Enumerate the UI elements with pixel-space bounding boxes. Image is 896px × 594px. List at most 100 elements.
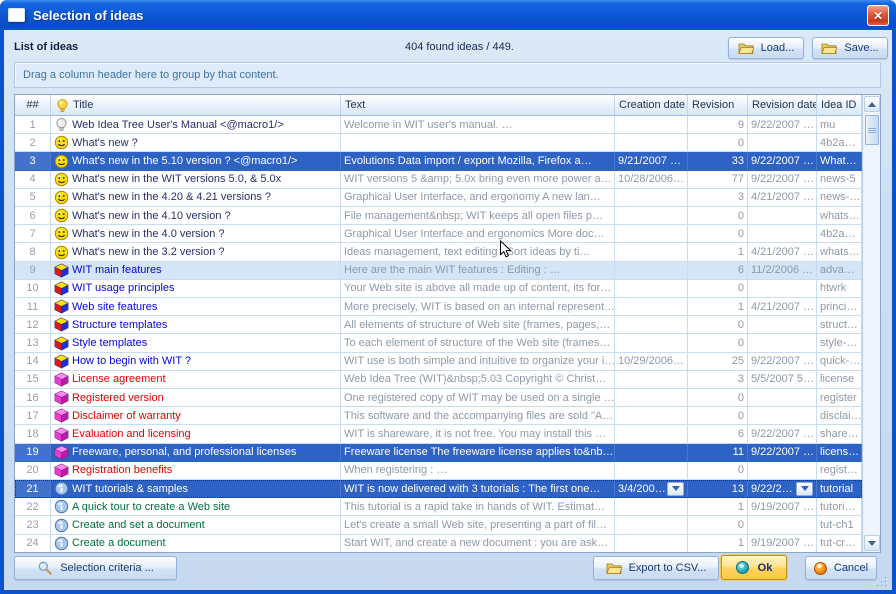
table-row[interactable]: 16Registered versionOne registered copy … [15, 389, 862, 407]
table-row[interactable]: 1Web Idea Tree User's Manual <@macro1/>W… [15, 116, 862, 134]
row-text-cell[interactable]: This software and the accompanying files… [341, 407, 615, 425]
table-row[interactable]: 14How to begin with WIT ?WIT use is both… [15, 353, 862, 371]
row-creation-date-cell[interactable]: 9/21/2007 … [615, 152, 688, 170]
row-idea-id-cell[interactable]: news-… [817, 189, 862, 207]
row-revision-date-cell[interactable] [748, 280, 817, 298]
row-title-cell[interactable]: What's new in the 4.20 & 4.21 versions ? [51, 189, 341, 207]
column-header-idea-id[interactable]: Idea ID [817, 95, 862, 116]
row-idea-id-cell[interactable]: style-… [817, 334, 862, 352]
row-number-cell[interactable]: 3 [15, 152, 51, 170]
row-idea-id-cell[interactable]: struct… [817, 316, 862, 334]
row-number-cell[interactable]: 13 [15, 334, 51, 352]
row-revision-cell[interactable]: 25 [688, 353, 748, 371]
row-number-cell[interactable]: 11 [15, 298, 51, 316]
row-text-cell[interactable]: WIT is now delivered with 3 tutorials : … [341, 480, 615, 498]
row-number-cell[interactable]: 21 [15, 480, 51, 498]
cancel-button[interactable]: Cancel [805, 556, 877, 580]
row-title-cell[interactable]: WIT main features [51, 262, 341, 280]
table-row[interactable]: 3What's new in the 5.10 version ? <@macr… [15, 152, 862, 170]
row-revision-date-cell[interactable]: 9/22/2007 … [748, 444, 817, 462]
row-revision-cell[interactable]: 0 [688, 334, 748, 352]
ok-button[interactable]: Ok [721, 555, 787, 580]
row-creation-date-cell[interactable] [615, 462, 688, 480]
row-text-cell[interactable]: Start WIT, and create a new document : y… [341, 535, 615, 552]
row-revision-cell[interactable]: 33 [688, 152, 748, 170]
row-idea-id-cell[interactable]: register [817, 389, 862, 407]
row-number-cell[interactable]: 8 [15, 243, 51, 261]
row-title-cell[interactable]: Registered version [51, 389, 341, 407]
row-number-cell[interactable]: 2 [15, 134, 51, 152]
row-text-cell[interactable]: Ideas management, text editing : Sort id… [341, 243, 615, 261]
row-title-cell[interactable]: Structure templates [51, 316, 341, 334]
row-revision-date-cell[interactable] [748, 134, 817, 152]
column-header-revision[interactable]: Revision [688, 95, 748, 116]
table-row[interactable]: 6What's new in the 4.10 version ?File ma… [15, 207, 862, 225]
row-creation-date-cell[interactable] [615, 389, 688, 407]
row-text-cell[interactable]: Your Web site is above all made up of co… [341, 280, 615, 298]
row-revision-date-cell[interactable] [748, 462, 817, 480]
table-row[interactable]: 24Create a documentStart WIT, and create… [15, 535, 862, 552]
save-button[interactable]: Save... [812, 37, 888, 59]
scroll-down-button[interactable] [864, 535, 880, 551]
row-number-cell[interactable]: 18 [15, 425, 51, 443]
row-revision-date-cell[interactable]: 4/21/2007 … [748, 298, 817, 316]
row-revision-date-cell[interactable]: 9/22/2007 … [748, 425, 817, 443]
row-creation-date-cell[interactable] [615, 134, 688, 152]
group-by-bar[interactable]: Drag a column header here to group by th… [14, 62, 881, 88]
row-creation-date-cell[interactable] [615, 371, 688, 389]
row-text-cell[interactable]: This tutorial is a rapid take in hands o… [341, 498, 615, 516]
row-revision-cell[interactable]: 0 [688, 462, 748, 480]
table-row[interactable]: 20Registration benefitsWhen registering … [15, 462, 862, 480]
row-creation-date-cell[interactable] [615, 316, 688, 334]
row-text-cell[interactable] [341, 134, 615, 152]
row-number-cell[interactable]: 24 [15, 535, 51, 552]
column-header-revision-date[interactable]: Revision date [748, 95, 817, 116]
table-row[interactable]: 7What's new in the 4.0 version ?Graphica… [15, 225, 862, 243]
row-idea-id-cell[interactable]: 4b2a… [817, 134, 862, 152]
row-text-cell[interactable]: Welcome in WIT user's manual. … [341, 116, 615, 134]
row-text-cell[interactable]: More precisely, WIT is based on an inter… [341, 298, 615, 316]
row-creation-date-cell[interactable] [615, 207, 688, 225]
row-number-cell[interactable]: 7 [15, 225, 51, 243]
row-idea-id-cell[interactable]: quick-… [817, 353, 862, 371]
row-number-cell[interactable]: 5 [15, 189, 51, 207]
row-text-cell[interactable]: Graphical User Interface and ergonomics … [341, 225, 615, 243]
row-revision-cell[interactable]: 0 [688, 407, 748, 425]
row-title-cell[interactable]: License agreement [51, 371, 341, 389]
row-text-cell[interactable]: To each element of structure of the Web … [341, 334, 615, 352]
row-idea-id-cell[interactable]: htwrk [817, 280, 862, 298]
row-revision-date-cell[interactable] [748, 516, 817, 534]
table-row[interactable]: 13Style templatesTo each element of stru… [15, 334, 862, 352]
row-revision-date-cell[interactable]: 5/5/2007 5… [748, 371, 817, 389]
row-revision-cell[interactable]: 3 [688, 371, 748, 389]
row-title-cell[interactable]: Evaluation and licensing [51, 425, 341, 443]
vertical-scrollbar[interactable] [862, 95, 880, 552]
table-row[interactable]: 19Freeware, personal, and professional l… [15, 444, 862, 462]
row-revision-date-cell[interactable] [748, 225, 817, 243]
row-idea-id-cell[interactable]: disclai… [817, 407, 862, 425]
table-row[interactable]: 22A quick tour to create a Web siteThis … [15, 498, 862, 516]
row-idea-id-cell[interactable]: 4b2a… [817, 225, 862, 243]
row-creation-date-cell[interactable] [615, 535, 688, 552]
row-revision-date-cell[interactable]: 9/22/2… [748, 480, 817, 498]
row-title-cell[interactable]: Style templates [51, 334, 341, 352]
row-creation-date-cell[interactable] [615, 444, 688, 462]
row-revision-date-cell[interactable]: 4/21/2007 … [748, 243, 817, 261]
row-text-cell[interactable]: WIT versions 5 &amp; 5.0x bring even mor… [341, 171, 615, 189]
row-number-cell[interactable]: 15 [15, 371, 51, 389]
row-text-cell[interactable]: One registered copy of WIT may be used o… [341, 389, 615, 407]
row-idea-id-cell[interactable]: tut-cr… [817, 535, 862, 552]
row-creation-date-cell[interactable] [615, 407, 688, 425]
row-creation-date-cell[interactable] [615, 262, 688, 280]
column-header-title[interactable]: Title [51, 95, 341, 116]
row-revision-date-cell[interactable] [748, 407, 817, 425]
row-text-cell[interactable]: File management&nbsp; WIT keeps all open… [341, 207, 615, 225]
row-title-cell[interactable]: Disclaimer of warranty [51, 407, 341, 425]
row-text-cell[interactable]: Graphical User Interface, and ergonomy A… [341, 189, 615, 207]
table-row[interactable]: 4What's new in the WIT versions 5.0, & 5… [15, 171, 862, 189]
table-row[interactable]: 17Disclaimer of warrantyThis software an… [15, 407, 862, 425]
row-revision-cell[interactable]: 0 [688, 207, 748, 225]
resize-grip[interactable] [876, 576, 889, 589]
row-idea-id-cell[interactable]: tutorial [817, 480, 862, 498]
row-text-cell[interactable]: WIT use is both simple and intuitive to … [341, 353, 615, 371]
